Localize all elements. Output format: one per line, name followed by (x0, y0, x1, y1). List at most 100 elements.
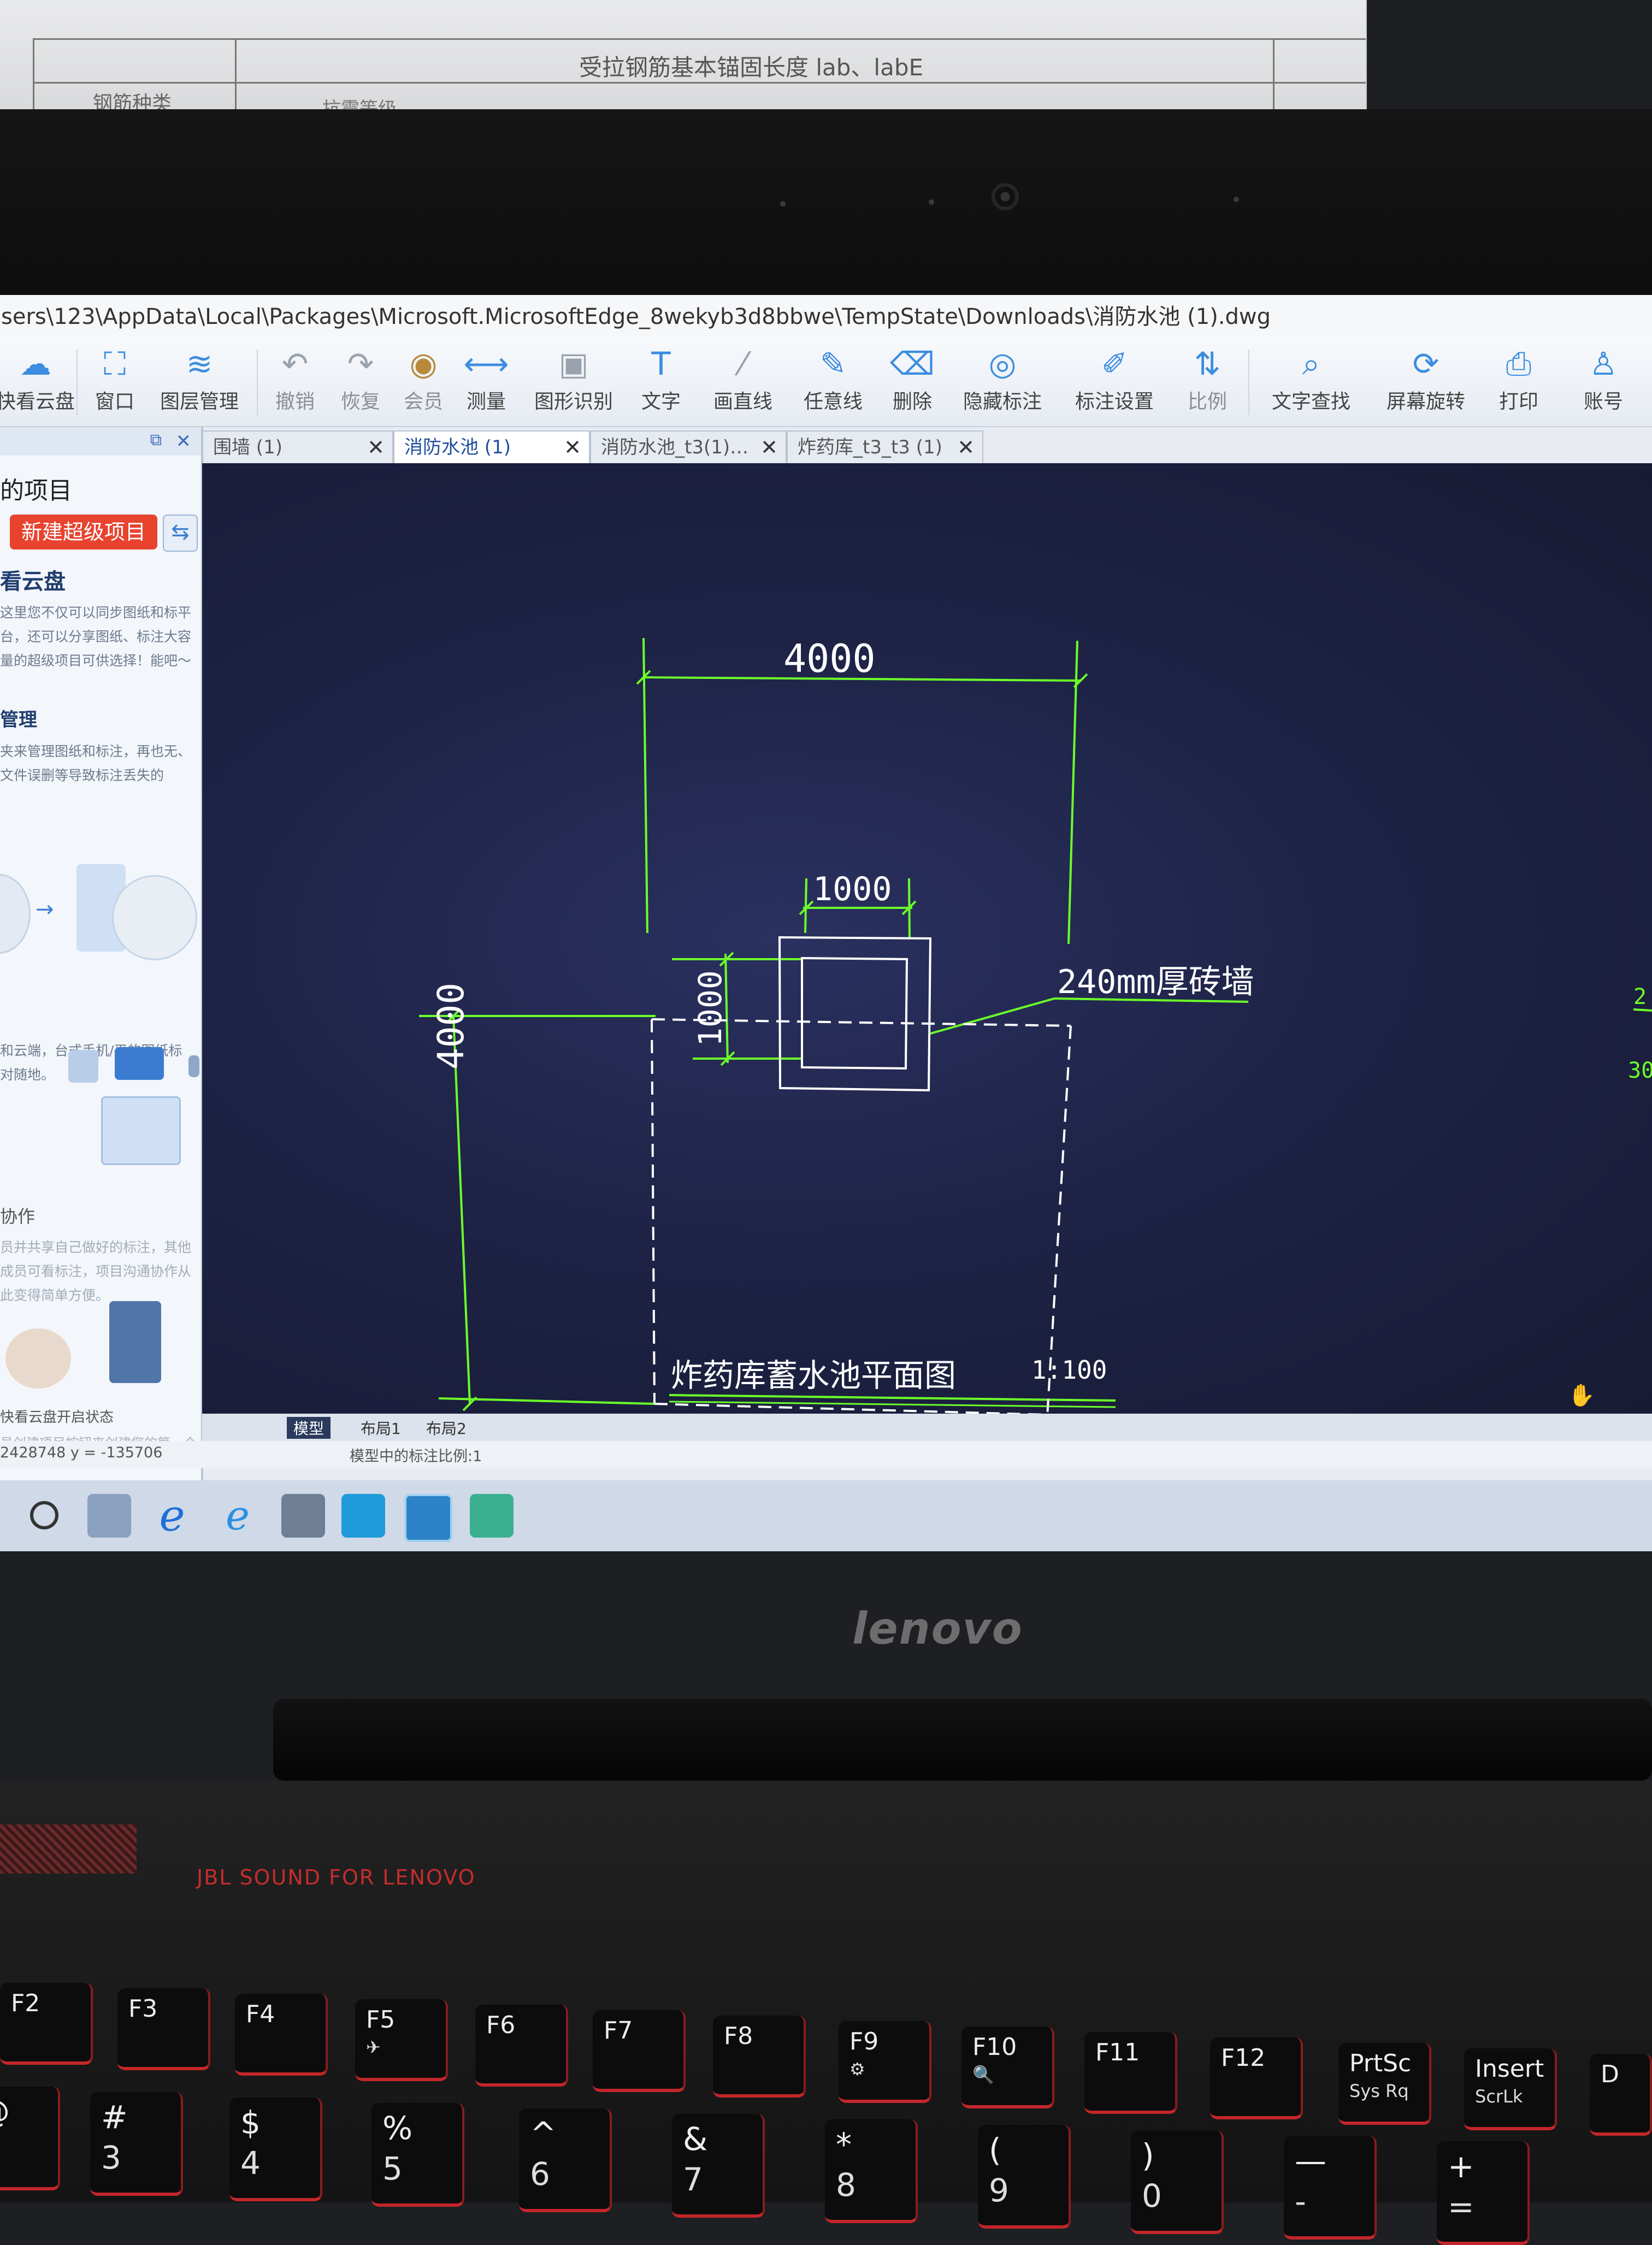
print-icon: ⎙ (1506, 345, 1532, 382)
line-icon: ⁄ (740, 345, 746, 382)
account-button[interactable]: ♙ 账号 (1576, 339, 1631, 426)
key-delete[interactable]: D (1590, 2054, 1652, 2136)
user-icon: ♙ (1589, 345, 1618, 382)
toolbar-label: 比例 (1187, 391, 1227, 413)
redo-button[interactable]: ↷ 恢复 (333, 339, 388, 426)
key-9[interactable]: (9 (978, 2125, 1071, 2229)
key-f3[interactable]: F3 (117, 1988, 210, 2070)
key-f4[interactable]: F4 (235, 1994, 328, 2076)
section-title: 协作 (0, 1206, 36, 1227)
draw-line-button[interactable]: ⁄ 画直线 (707, 339, 778, 426)
text-button[interactable]: T 文字 (634, 339, 688, 426)
key-label: F3 (128, 1995, 158, 2023)
search-icon: 🔍 (972, 2064, 994, 2085)
layer-manage-button[interactable]: ≋ 图层管理 (158, 339, 240, 426)
key-sublabel: ScrLk (1475, 2086, 1523, 2107)
tab-document[interactable]: 围墙 (1) ✕ (202, 430, 393, 463)
key-label: — (1295, 2142, 1326, 2179)
key-equals[interactable]: + = (1437, 2141, 1530, 2245)
text-search-button[interactable]: ⌕ 文字查找 (1267, 339, 1355, 426)
paper-title: 受拉钢筋基本锚固长度 lab、labE (579, 54, 924, 81)
key-f8[interactable]: F8 (713, 2016, 806, 2098)
illustration-cloud-project (112, 875, 197, 960)
toolbar-label: 窗口 (95, 391, 134, 413)
undo-icon: ↶ (281, 345, 309, 382)
settings-icon: ⚙ (849, 2059, 865, 2079)
window-button[interactable]: ⛶ 窗口 (87, 339, 142, 426)
hide-marks-button[interactable]: ◎ 隐藏标注 (961, 339, 1043, 426)
cad-drawing: 4000 4000 1000 1000 240mm厚砖墙 炸药库蓄水池平面图 1… (419, 636, 1652, 1414)
key-f2[interactable]: F2 (0, 1983, 93, 2065)
key-2[interactable]: @ (0, 2087, 60, 2190)
restore-icon[interactable]: ⧉ (150, 430, 162, 450)
tab-document[interactable]: 炸药库_t3_t3 (1) ✕ (787, 430, 983, 463)
measure-button[interactable]: ⟷ 测量 (459, 339, 514, 426)
illustration-device (188, 1055, 199, 1077)
print-button[interactable]: ⎙ 打印 (1491, 339, 1546, 426)
screen-rotate-button[interactable]: ⟳ 屏幕旋转 (1382, 339, 1470, 426)
close-icon[interactable]: ✕ (760, 432, 778, 463)
toolbar: ☁ 快看云盘 ⛶ 窗口 ≋ 图层管理 ↶ 撤销 ↷ 恢复 ◉ 会员 ⟷ 测量 ▣… (0, 339, 1652, 427)
key-label: + (1448, 2148, 1474, 2185)
key-sublabel: 6 (530, 2155, 550, 2193)
illustration-server (109, 1301, 161, 1383)
tab-layout1[interactable]: 布局1 (361, 1417, 401, 1439)
key-label: F10 (972, 2033, 1017, 2061)
tab-document[interactable]: 消防水池_t3(1)… ✕ (590, 430, 787, 463)
key-insert[interactable]: Insert ScrLk (1464, 2048, 1557, 2130)
key-prtsc[interactable]: PrtSc Sys Rq (1338, 2043, 1431, 2125)
key-3[interactable]: #3 (90, 2092, 183, 2196)
key-label: ^ (530, 2115, 557, 2152)
key-8[interactable]: * 8 (825, 2119, 918, 2223)
sync-icon[interactable]: ⇆ (163, 515, 198, 552)
key-5[interactable]: % 5 (371, 2103, 464, 2207)
key-sublabel: = (1448, 2188, 1474, 2225)
scale-button[interactable]: ⇅ 比例 (1180, 339, 1235, 426)
delete-button[interactable]: ⌫ 删除 (885, 339, 940, 426)
key-f7[interactable]: F7 (593, 2010, 686, 2092)
key-4[interactable]: $4 (229, 2098, 322, 2201)
app-icon[interactable] (470, 1494, 514, 1538)
edge-line (1633, 1008, 1652, 1012)
close-icon[interactable]: ✕ (367, 432, 385, 463)
key-label: @ (0, 2093, 10, 2130)
section-title: 看云盘 (0, 569, 66, 594)
key-f5[interactable]: F5 ✈ (355, 1999, 448, 2081)
close-icon[interactable]: ✕ (564, 432, 581, 463)
cad-canvas[interactable]: 4000 4000 1000 1000 240mm厚砖墙 炸药库蓄水池平面图 1… (202, 463, 1652, 1414)
sidebar-title: 的项目 (0, 477, 72, 505)
tab-layout2[interactable]: 布局2 (426, 1417, 467, 1439)
illustration-people (5, 1328, 71, 1389)
cloud-drive-button[interactable]: ☁ 快看云盘 (0, 339, 75, 426)
search-circle-icon[interactable] (30, 1501, 58, 1529)
key-6[interactable]: ^ 6 (519, 2108, 612, 2212)
cad-viewer-taskbar-icon[interactable] (404, 1494, 452, 1542)
key-f12[interactable]: F12 (1210, 2037, 1303, 2119)
tab-label: 消防水池 (1) (404, 436, 511, 458)
tab-model[interactable]: 模型 (287, 1417, 331, 1439)
mark-settings-button[interactable]: ✐ 标注设置 (1073, 339, 1155, 426)
file-explorer-icon[interactable] (281, 1494, 325, 1538)
key-f6[interactable]: F6 (475, 2005, 568, 2087)
extension-line (804, 878, 807, 934)
key-0[interactable]: ) 0 (1131, 2130, 1224, 2234)
vip-button[interactable]: ◉ 会员 (396, 339, 451, 426)
app-icon[interactable] (341, 1494, 385, 1538)
key-f11[interactable]: F11 (1084, 2032, 1177, 2114)
tab-document-active[interactable]: 消防水池 (1) ✕ (393, 430, 590, 463)
edge-browser-icon[interactable]: ℯ (150, 1494, 194, 1538)
new-super-project-button[interactable]: 新建超级项目 (10, 515, 157, 550)
sensor-dot (780, 201, 786, 206)
key-f10[interactable]: F10 🔍 (961, 2027, 1054, 2108)
key-f9[interactable]: F9 ⚙ (839, 2021, 931, 2103)
ie-browser-icon[interactable]: ℯ (216, 1494, 259, 1538)
shape-recognize-button[interactable]: ▣ 图形识别 (533, 339, 615, 426)
sidebar-header: ⧉ ✕ (0, 427, 201, 456)
close-icon[interactable]: ✕ (176, 430, 192, 452)
freehand-line-button[interactable]: ✎ 任意线 (798, 339, 869, 426)
key-minus[interactable]: — - (1284, 2136, 1377, 2240)
task-view-icon[interactable] (87, 1494, 131, 1538)
close-icon[interactable]: ✕ (957, 432, 975, 463)
sensor-dot (1234, 197, 1239, 202)
undo-button[interactable]: ↶ 撤销 (268, 339, 322, 426)
